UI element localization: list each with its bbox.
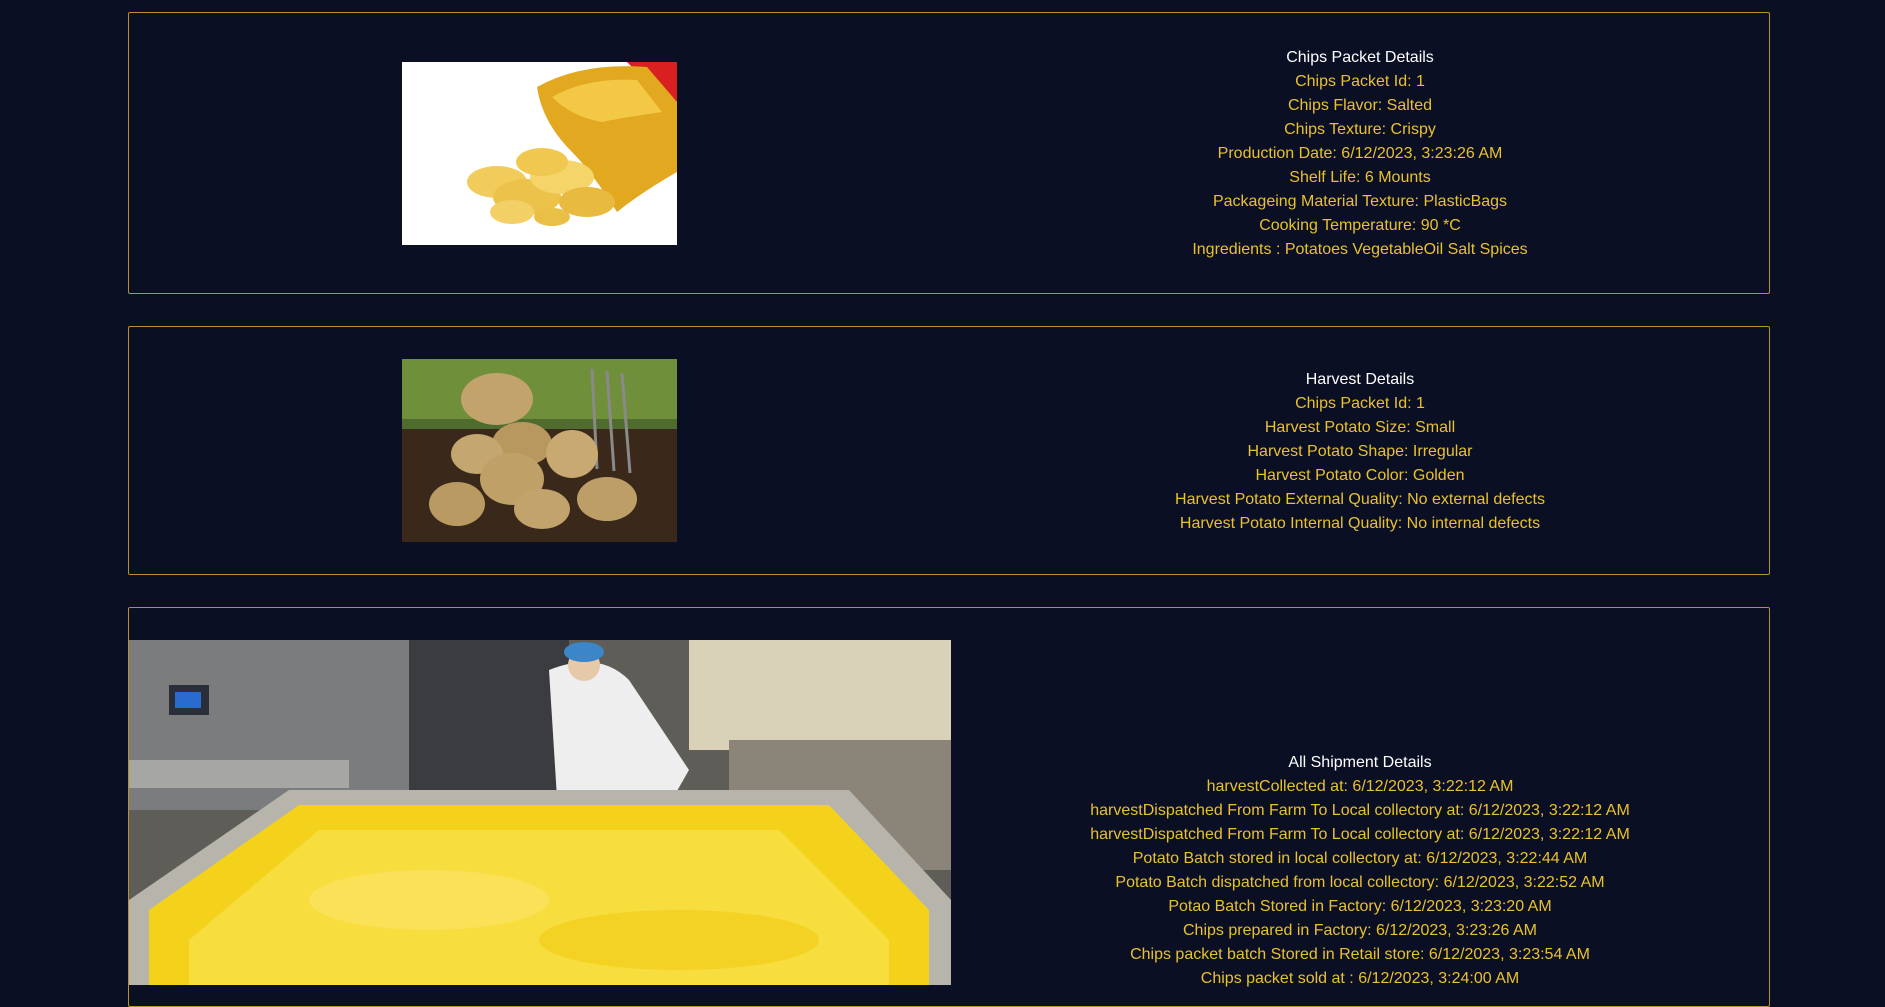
shipment-line: harvestCollected at: 6/12/2023, 3:22:12 … — [1206, 778, 1514, 795]
packaging-material: Packageing Material Texture: PlasticBags — [1212, 193, 1508, 210]
chips-texture: Chips Texture: Crispy — [1284, 121, 1436, 138]
shipment-line: Potao Batch Stored in Factory: 6/12/2023… — [1168, 898, 1552, 915]
harvest-potato-size: Harvest Potato Size: Small — [1264, 419, 1456, 436]
harvest-external-quality: Harvest Potato External Quality: No exte… — [1175, 491, 1545, 508]
chips-flavor: Chips Flavor: Salted — [1287, 97, 1433, 114]
harvest-card: Harvest Details Chips Packet Id: 1 Harve… — [128, 326, 1770, 575]
shipment-heading: All Shipment Details — [1288, 754, 1432, 771]
chips-packet-heading: Chips Packet Details — [1286, 49, 1434, 66]
chips-packet-id: Chips Packet Id: 1 — [1295, 73, 1425, 90]
ingredients: Ingredients : Potatoes VegetableOil Salt… — [1192, 241, 1528, 258]
harvest-potato-color: Harvest Potato Color: Golden — [1255, 467, 1465, 484]
shipment-line: harvestDispatched From Farm To Local col… — [1090, 826, 1630, 843]
harvest-potato-shape: Harvest Potato Shape: Irregular — [1247, 443, 1473, 460]
factory-illustration — [129, 640, 951, 985]
shipment-line: Potato Batch stored in local collectory … — [1132, 850, 1588, 867]
shipment-card: All Shipment Details harvestCollected at… — [128, 607, 1770, 1007]
harvest-internal-quality: Harvest Potato Internal Quality: No inte… — [1179, 515, 1541, 532]
chips-packet-illustration — [402, 62, 677, 245]
shipment-line: Chips prepared in Factory: 6/12/2023, 3:… — [1183, 922, 1537, 939]
shipment-line: Chips packet batch Stored in Retail stor… — [1130, 946, 1590, 963]
harvest-heading: Harvest Details — [1305, 371, 1415, 388]
cooking-temperature: Cooking Temperature: 90 *C — [1259, 217, 1461, 234]
factory-image — [129, 640, 951, 985]
shipment-line: harvestDispatched From Farm To Local col… — [1090, 802, 1630, 819]
shelf-life: Shelf Life: 6 Mounts — [1289, 169, 1431, 186]
shipment-details: All Shipment Details harvestCollected at… — [951, 751, 1769, 991]
chips-packet-details: Chips Packet Details Chips Packet Id: 1 … — [951, 46, 1769, 262]
shipment-line: Chips packet sold at : 6/12/2023, 3:24:0… — [1200, 970, 1520, 987]
chips-packet-card: Chips Packet Details Chips Packet Id: 1 … — [128, 12, 1770, 294]
potato-illustration — [402, 359, 677, 542]
harvest-packet-id: Chips Packet Id: 1 — [1295, 395, 1425, 412]
production-date: Production Date: 6/12/2023, 3:23:26 AM — [1217, 145, 1503, 162]
shipment-line: Potato Batch dispatched from local colle… — [1115, 874, 1605, 891]
harvest-details: Harvest Details Chips Packet Id: 1 Harve… — [951, 368, 1769, 536]
chips-packet-image — [402, 62, 677, 245]
harvest-potato-image — [402, 359, 677, 542]
